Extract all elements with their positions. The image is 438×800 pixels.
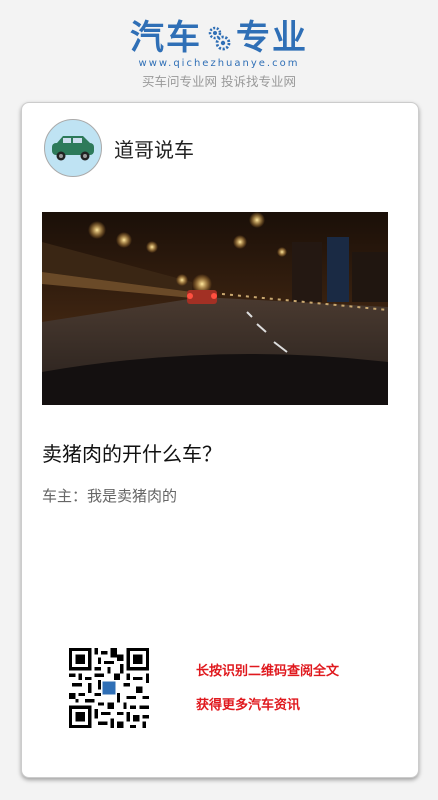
brand-title-right: 专业 <box>236 18 308 58</box>
qr-code-icon[interactable] <box>69 648 149 728</box>
article-title[interactable]: 卖猪肉的开什么车？ <box>42 438 392 467</box>
avatar <box>44 119 102 177</box>
brand-logo: 汽车 专业 <box>130 18 308 58</box>
qr-tip: 长按识别二维码查阅全文 获得更多汽车资讯 <box>196 663 339 731</box>
qr-tip-line1: 长按识别二维码查阅全文 <box>196 664 340 679</box>
brand-slogan: 买车问专业网 投诉找专业网 <box>142 74 296 89</box>
article-subtitle: 车主：我是卖猪肉的 <box>42 487 178 505</box>
night-road-photo <box>42 212 388 405</box>
article-image[interactable] <box>42 212 388 405</box>
car-avatar-icon <box>52 136 94 161</box>
brand-title-left: 汽车 <box>130 18 202 58</box>
gear-icon <box>208 26 231 51</box>
article-card[interactable]: 道哥说车 卖猪肉的开什么车？ 车主：我是卖猪肉的 长按识别二维码查阅全文 获得更… <box>21 102 419 778</box>
qr-tip-line2: 获得更多汽车资讯 <box>196 698 301 713</box>
author-block: 道哥说车 <box>44 119 194 177</box>
author-name: 道哥说车 <box>114 137 194 162</box>
brand-url: www.qichezhuanye.com <box>138 58 300 69</box>
brand-header: 汽车 专业 www.qichezhuanye.com 买车问专业网 投诉找专业网 <box>0 18 438 90</box>
